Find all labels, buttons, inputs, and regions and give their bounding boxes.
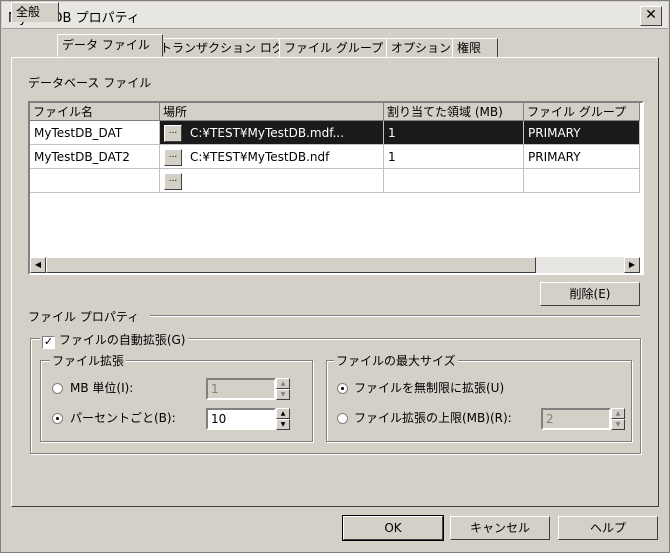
scroll-track[interactable] [46, 257, 624, 273]
autogrow-checkbox[interactable]: ✓ [42, 336, 55, 349]
percent-stepper[interactable]: ▲ ▼ [276, 408, 290, 430]
spin-up-icon[interactable]: ▲ [276, 408, 290, 419]
column-header-group[interactable]: ファイル グループ [524, 103, 640, 121]
tab-general[interactable]: 全般 [11, 2, 59, 22]
percent-input[interactable]: 10 [206, 408, 276, 430]
limit-label[interactable]: ファイル拡張の上限(MB)(R): [354, 409, 512, 426]
data-files-grid[interactable]: ファイル名 場所 割り当てた領域 (MB) ファイル グループ MyTestDB… [28, 101, 644, 275]
file-name-cell[interactable]: MyTestDB_DAT [30, 121, 160, 145]
tab-permissions[interactable]: 権限 [452, 38, 498, 58]
title-bar: MyTestDB プロパティ ✕ [2, 2, 668, 29]
growth-group-label: ファイル拡張 [50, 352, 127, 369]
location-cell[interactable]: C:¥TEST¥MyTestDB.mdf... [160, 121, 384, 145]
grid-row[interactable]: MyTestDB_DAT2 C:¥TEST¥MyTestDB.ndf ... 1… [30, 145, 640, 169]
column-header-location[interactable]: 場所 [160, 103, 384, 121]
unlimited-radio[interactable] [337, 383, 348, 394]
autogrow-label[interactable]: ファイルの自動拡張(G) [59, 333, 186, 347]
percent-label[interactable]: パーセントごと(B): [70, 409, 176, 426]
limit-input[interactable]: 2 [541, 408, 611, 430]
spin-up-icon[interactable]: ▲ [611, 408, 625, 419]
group-cell[interactable]: PRIMARY [524, 145, 640, 169]
mb-input[interactable]: 1 [206, 378, 276, 400]
location-cell[interactable] [160, 169, 384, 193]
tab-file-groups[interactable]: ファイル グループ [279, 38, 390, 58]
size-cell[interactable]: 1 [384, 121, 524, 145]
location-cell[interactable]: C:¥TEST¥MyTestDB.ndf [160, 145, 384, 169]
file-properties-label: ファイル プロパティ [28, 310, 140, 324]
percent-radio[interactable] [52, 413, 63, 424]
mb-radio[interactable] [52, 383, 63, 394]
tab-options[interactable]: オプション [386, 38, 456, 58]
delete-button[interactable]: 削除(E) [540, 282, 640, 306]
column-header-name[interactable]: ファイル名 [30, 103, 160, 121]
spin-up-icon[interactable]: ▲ [276, 378, 290, 389]
spin-down-icon[interactable]: ▼ [276, 389, 290, 400]
unlimited-label[interactable]: ファイルを無制限に拡張(U) [354, 379, 504, 396]
size-cell[interactable]: 1 [384, 145, 524, 169]
limit-radio[interactable] [337, 413, 348, 424]
scroll-right-icon[interactable]: ▶ [624, 257, 640, 273]
spin-down-icon[interactable]: ▼ [276, 419, 290, 430]
database-files-label: データベース ファイル [28, 76, 152, 90]
close-button[interactable]: ✕ [640, 6, 662, 26]
spin-down-icon[interactable]: ▼ [611, 419, 625, 430]
column-header-size[interactable]: 割り当てた領域 (MB) [384, 103, 524, 121]
size-cell[interactable] [384, 169, 524, 193]
browse-button[interactable]: ... [164, 125, 182, 142]
mb-label[interactable]: MB 単位(I): [70, 379, 133, 396]
mb-stepper[interactable]: ▲ ▼ [276, 378, 290, 400]
cancel-button[interactable]: キャンセル [450, 516, 550, 540]
scroll-left-icon[interactable]: ◀ [30, 257, 46, 273]
group-cell[interactable] [524, 169, 640, 193]
horizontal-scrollbar[interactable]: ◀ ▶ [30, 257, 640, 273]
limit-stepper[interactable]: ▲ ▼ [611, 408, 625, 430]
divider [150, 315, 640, 317]
tab-transaction-log[interactable]: トランザクション ログ [155, 38, 284, 58]
file-name-cell[interactable] [30, 169, 160, 193]
browse-button[interactable]: ... [164, 173, 182, 190]
autogrow-row: ✓ ファイルの自動拡張(G) [40, 331, 188, 349]
grid-row[interactable]: MyTestDB_DAT C:¥TEST¥MyTestDB.mdf... ...… [30, 121, 640, 145]
browse-button[interactable]: ... [164, 149, 182, 166]
scroll-thumb[interactable] [46, 257, 536, 273]
ok-button[interactable]: OK [342, 515, 444, 541]
grid-row[interactable]: ... [30, 169, 640, 193]
file-name-cell[interactable]: MyTestDB_DAT2 [30, 145, 160, 169]
help-button[interactable]: ヘルプ [558, 516, 658, 540]
group-cell[interactable]: PRIMARY [524, 121, 640, 145]
tab-data-files[interactable]: データ ファイル [57, 34, 163, 57]
maxsize-group-label: ファイルの最大サイズ [334, 352, 458, 369]
